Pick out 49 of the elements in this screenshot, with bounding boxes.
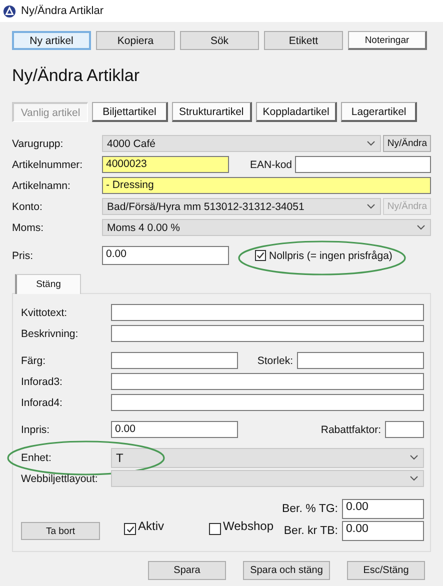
toolbar-button[interactable]: Sök <box>180 31 259 50</box>
checkbox-label: Nollpris (= ingen prisfråga) <box>269 250 392 262</box>
dropdown[interactable]: Bad/Försä/Hyra mm 513012-31312-34051 <box>102 198 382 215</box>
field-label: Storlek: <box>256 354 294 366</box>
field-label: Inforad4: <box>21 396 64 408</box>
tab[interactable]: Strukturartikel <box>172 102 252 122</box>
footer-button[interactable]: Esc/Stäng <box>347 561 425 580</box>
field-label: Enhet: <box>21 452 52 464</box>
field-label: Webbiljettlayout: <box>21 472 99 484</box>
field-label: Ber. % TG: <box>282 503 338 515</box>
footer-button[interactable]: Spara och stäng <box>243 561 330 580</box>
dropdown[interactable]: 4000 Café <box>102 135 382 152</box>
dropdown[interactable]: T <box>111 448 424 468</box>
window-title: Ny/Ändra Artiklar <box>21 5 104 17</box>
toolbar-button[interactable]: Ny artikel <box>12 31 91 50</box>
delete-button[interactable]: Ta bort <box>21 522 100 540</box>
field-label: Inpris: <box>21 424 51 436</box>
footer-button[interactable]: Spara <box>148 561 226 580</box>
tab[interactable]: Koppladartikel <box>256 102 338 122</box>
field-label: Kvittotext: <box>21 306 68 318</box>
dropdown[interactable]: Moms 4 0.00 % <box>102 219 431 236</box>
field-label: Inforad3: <box>21 376 64 388</box>
tab[interactable]: Stäng <box>15 274 81 294</box>
input-field[interactable]: 0.00 <box>342 499 424 519</box>
input-field[interactable]: - Dressing <box>102 177 431 194</box>
field-label: Ber. kr TB: <box>284 525 338 537</box>
field-label: Moms: <box>12 222 44 234</box>
field-label: Beskrivning: <box>21 328 80 340</box>
toolbar-button[interactable]: Etikett <box>264 31 343 50</box>
tab[interactable]: Lagerartikel <box>341 102 418 122</box>
field-label: Artikelnummer: <box>12 158 84 170</box>
field-label: Rabattfaktor: <box>320 424 382 436</box>
input-field[interactable]: 0.00 <box>102 246 229 265</box>
input-field[interactable]: 4000023 <box>102 156 229 173</box>
field-label: Artikelnamn: <box>12 180 72 192</box>
edit-button[interactable]: Ny/Ändra <box>383 135 431 152</box>
field-label: Konto: <box>12 200 44 212</box>
checkbox-label: Aktiv <box>138 519 164 535</box>
tab[interactable]: Biljettartikel <box>92 102 168 122</box>
input-field[interactable]: 0.00 <box>342 521 424 541</box>
page-heading: Ny/Ändra Artiklar <box>12 66 141 87</box>
field-label: Färg: <box>21 354 47 366</box>
field-label: Varugrupp: <box>12 138 64 150</box>
field-label: Pris: <box>12 250 34 262</box>
checkbox-label: Webshop <box>223 519 274 535</box>
toolbar-button[interactable]: Noteringar <box>348 31 427 50</box>
toolbar-button[interactable]: Kopiera <box>96 31 175 50</box>
field-label: EAN-kod <box>249 158 294 170</box>
input-field[interactable]: 0.00 <box>111 421 238 438</box>
